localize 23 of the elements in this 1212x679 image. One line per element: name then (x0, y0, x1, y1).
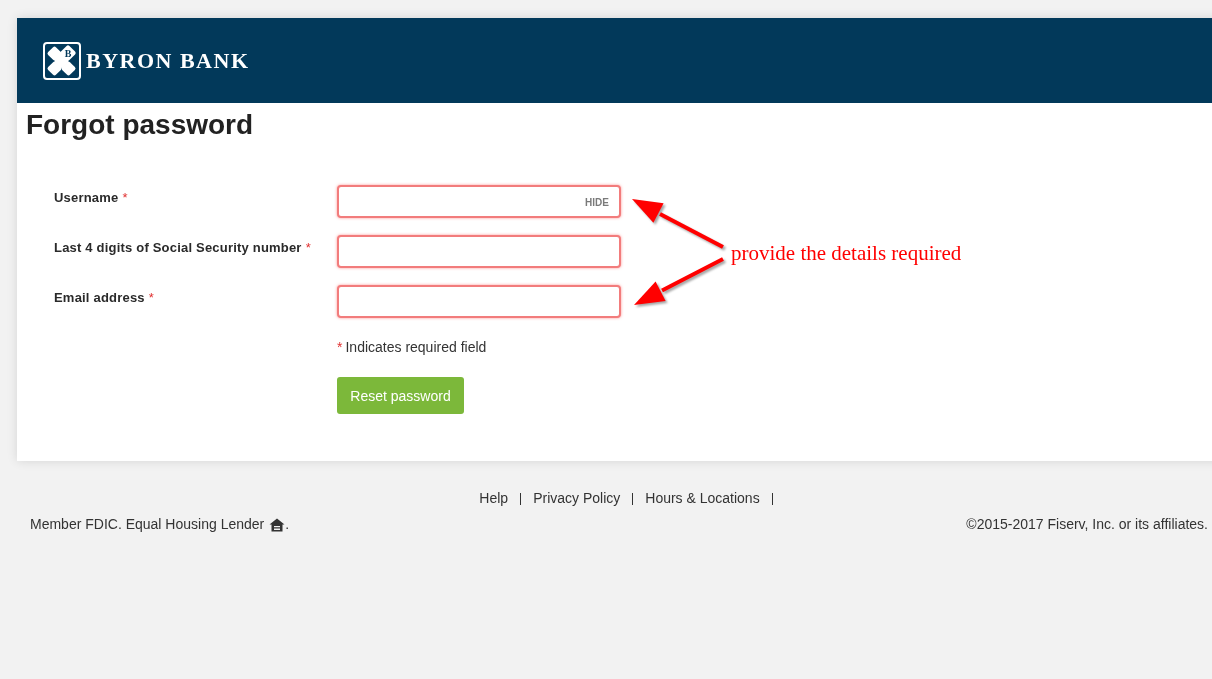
required-note: Indicates required field (345, 339, 487, 356)
input-field[interactable] (337, 235, 621, 268)
required-mark: * (337, 339, 343, 356)
field-label: Last 4 digits of Social Security number (54, 240, 302, 256)
footer-link[interactable]: Help (479, 490, 509, 507)
disclosure-text: Member FDIC. Equal Housing Lender (30, 516, 265, 533)
input-field[interactable]: HIDE (337, 185, 621, 218)
hide-toggle[interactable]: HIDE (583, 195, 619, 208)
required-mark: * (122, 190, 128, 206)
required-mark: * (148, 290, 154, 306)
page-title: Forgot password (26, 108, 255, 142)
required-mark: * (305, 240, 311, 256)
house-icon (269, 517, 286, 532)
input-field[interactable] (337, 285, 621, 318)
bank-name: BYRON BANK (86, 49, 250, 72)
field-label: Username (54, 190, 119, 206)
logo-icon: B (43, 41, 81, 80)
copyright-text: ©2015-2017 Fiserv, Inc. or its affiliates. (966, 516, 1208, 533)
annotation-text: provide the details required (731, 240, 962, 266)
footer-link[interactable]: Privacy Policy (533, 490, 621, 507)
footer-link[interactable]: Hours & Locations (645, 490, 760, 507)
disclosure-period: . (285, 516, 290, 533)
field-label: Email address (54, 290, 145, 306)
